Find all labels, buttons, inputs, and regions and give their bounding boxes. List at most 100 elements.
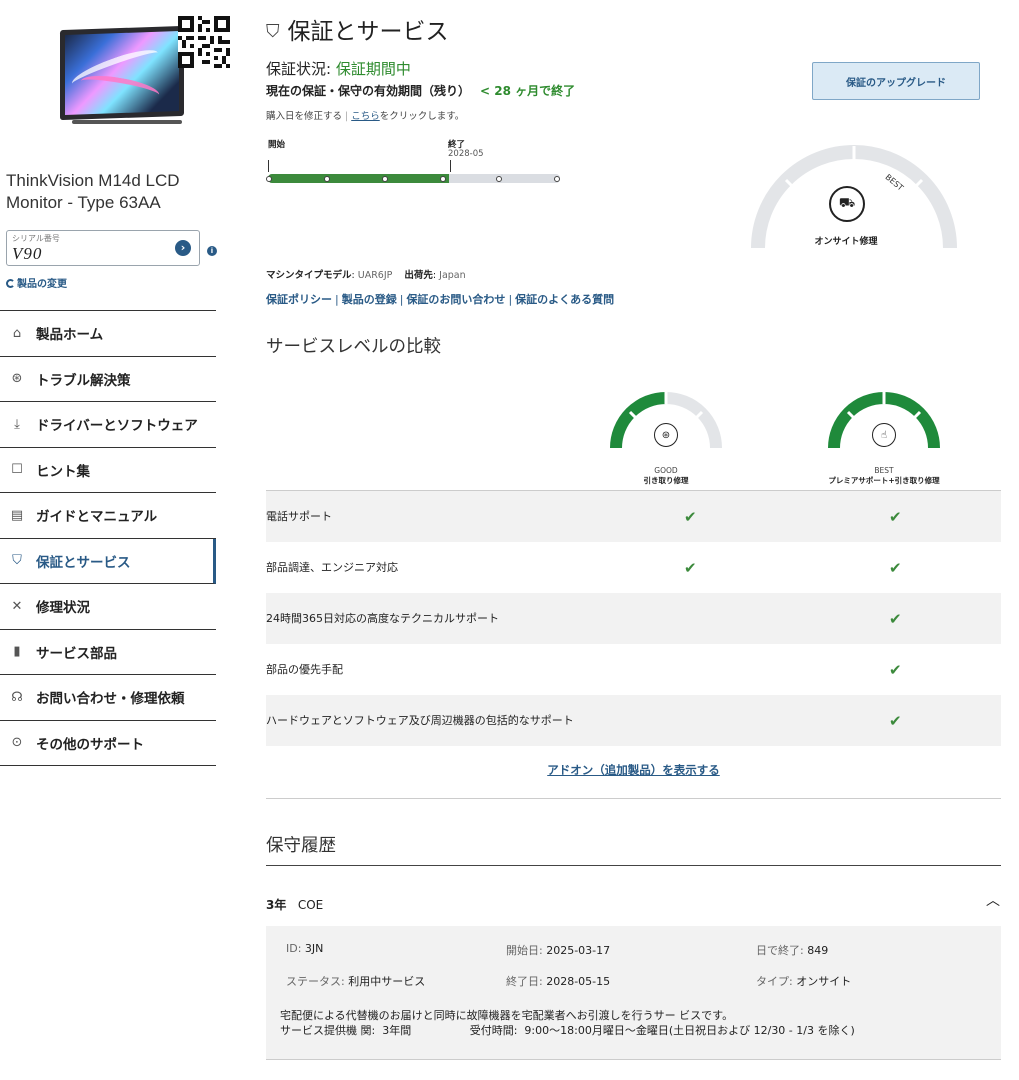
sidebar-item-2[interactable]: ⤓ ドライバーとソフトウェア bbox=[0, 402, 216, 448]
timeline-bar bbox=[266, 174, 560, 183]
sidebar-item-label: その他のサポート bbox=[36, 736, 144, 753]
machine-model: UAR6JP bbox=[357, 270, 393, 281]
history-entry-header[interactable]: 3年 COE bbox=[266, 896, 1001, 913]
comparison-row: ハードウェアとソフトウェア及び周辺機器の包括的なサポート ✔ bbox=[266, 695, 1001, 746]
serial-value[interactable]: V90 bbox=[12, 244, 42, 264]
comparison-row: 24時間365日対応の高度なテクニカルサポート ✔ bbox=[266, 593, 1001, 644]
show-addons-link[interactable]: アドオン（追加製品）を表示する bbox=[266, 762, 1001, 778]
sidebar-item-3[interactable]: ☐ ヒント集 bbox=[0, 448, 216, 493]
sidebar-item-0[interactable]: ⌂ 製品ホーム bbox=[0, 311, 216, 357]
remaining-period: 現在の保証・保守の有効期間（残り） < 28 ヶ月で終了 bbox=[266, 84, 576, 98]
history-entry-details: ID: 3JN 開始日: 2025-03-17 日で終了: 849 ステータス:… bbox=[266, 926, 1001, 1060]
warranty-link[interactable]: 保証ポリシー bbox=[266, 293, 332, 306]
sidebar-item-7[interactable]: ▮ サービス部品 bbox=[0, 630, 216, 675]
check-icon: ✔ bbox=[889, 660, 902, 679]
history-type-code: COE bbox=[297, 898, 324, 912]
chevron-up-icon[interactable]: ︿ bbox=[986, 890, 1000, 910]
gauge-service-label: オンサイト修理 bbox=[814, 237, 878, 247]
modify-purchase-date: 購入日を修正する | こちらをクリックします。 bbox=[266, 111, 465, 122]
warranty-link[interactable]: 保証のお問い合わせ bbox=[406, 293, 505, 306]
best-tier-label: BEST bbox=[874, 466, 894, 475]
serial-submit-icon[interactable]: › bbox=[175, 240, 191, 256]
info-icon[interactable]: i bbox=[207, 246, 217, 256]
pickup-icon: ⊛ bbox=[654, 423, 678, 447]
ship-to: Japan bbox=[439, 270, 466, 281]
sidebar-item-label: ヒント集 bbox=[36, 463, 90, 480]
sidebar-item-5[interactable]: ⛉ 保証とサービス bbox=[0, 538, 216, 584]
serial-label: シリアル番号 bbox=[12, 234, 60, 243]
feature-label: 電話サポート bbox=[266, 510, 332, 523]
qr-code bbox=[178, 16, 230, 68]
tools-icon: ✕ bbox=[11, 598, 23, 614]
book-icon: ☐ bbox=[11, 462, 23, 478]
comparison-row: 電話サポート ✔ ✔ bbox=[266, 491, 1001, 542]
good-column-header: ⊛ GOOD 引き取り修理 bbox=[576, 390, 756, 486]
share-icon: ⊛ bbox=[11, 371, 23, 387]
check-icon: ✔ bbox=[889, 507, 902, 526]
warranty-link[interactable]: 保証のよくある質問 bbox=[515, 293, 614, 306]
comparison-header: ⊛ GOOD 引き取り修理 ☝ BEST プレミアサポート+引き取り修理 bbox=[610, 390, 1006, 490]
history-description: 宅配便による代替機のお届けと同時に故障機器を宅配業者へお引渡しを行うサー ビスで… bbox=[280, 1009, 855, 1037]
sidebar-item-6[interactable]: ✕ 修理状況 bbox=[0, 584, 216, 630]
download-icon: ⤓ bbox=[14, 416, 20, 432]
check-icon: ✔ bbox=[684, 558, 697, 577]
sidebar-item-8[interactable]: ☊ お問い合わせ・修理依頼 bbox=[0, 675, 216, 721]
premier-icon: ☝ bbox=[872, 423, 896, 447]
upgrade-warranty-button[interactable]: 保証のアップグレード bbox=[812, 62, 980, 100]
history-type: タイプ: オンサイト bbox=[756, 975, 852, 988]
divider bbox=[266, 865, 1001, 866]
change-product-link[interactable]: 製品の変更 bbox=[6, 275, 67, 290]
main-content: ⛉ 保証とサービス 保証状況: 保証期間中 現在の保証・保守の有効期間（残り） < … bbox=[266, 0, 1006, 1080]
sidebar-item-9[interactable]: ⊙ その他のサポート bbox=[0, 721, 216, 766]
best-service-name: プレミアサポート+引き取り修理 bbox=[828, 476, 940, 485]
warranty-status-value: 保証期間中 bbox=[335, 60, 411, 78]
check-icon: ✔ bbox=[684, 507, 697, 526]
modify-here-link[interactable]: こちら bbox=[351, 111, 380, 122]
more-icon: ⊙ bbox=[11, 735, 23, 751]
history-term: 3年 bbox=[266, 898, 287, 912]
link-separator: | bbox=[399, 293, 404, 306]
feature-label: 部品調達、エンジニア対応 bbox=[266, 561, 398, 574]
timeline-end-date: 2028-05 bbox=[448, 149, 484, 159]
history-days-left: 日で終了: 849 bbox=[756, 944, 829, 957]
sidebar-item-1[interactable]: ⊛ トラブル解決策 bbox=[0, 357, 216, 402]
link-separator: | bbox=[335, 293, 339, 306]
history-status: ステータス: 利用中サービス bbox=[286, 975, 426, 988]
feature-label: ハードウェアとソフトウェア及び周辺機器の包括的なサポート bbox=[266, 714, 574, 727]
warranty-timeline: 開始 終了 2028-05 bbox=[266, 136, 576, 196]
manual-icon: ▤ bbox=[10, 507, 24, 523]
feature-label: 部品の優先手配 bbox=[266, 663, 343, 676]
warranty-link[interactable]: 製品の登録 bbox=[342, 293, 397, 306]
shield-icon: ⛉ bbox=[12, 553, 22, 569]
shield-icon: ⛉ bbox=[266, 21, 280, 42]
history-id: ID: 3JN bbox=[286, 942, 324, 955]
sidebar-item-label: ガイドとマニュアル bbox=[36, 509, 158, 526]
sidebar-item-label: 製品ホーム bbox=[36, 327, 104, 344]
check-icon: ✔ bbox=[889, 558, 902, 577]
warranty-links: 保証ポリシー | 製品の登録 | 保証のお問い合わせ | 保証のよくある質問 bbox=[266, 291, 614, 307]
good-service-name: 引き取り修理 bbox=[643, 476, 689, 485]
good-tier-label: GOOD bbox=[654, 466, 678, 475]
sidebar-item-label: 修理状況 bbox=[36, 600, 90, 617]
comparison-row: 部品の優先手配 ✔ bbox=[266, 644, 1001, 695]
history-start-date: 開始日: 2025-03-17 bbox=[506, 944, 611, 957]
serial-number-field[interactable]: シリアル番号 V90 › bbox=[6, 230, 200, 266]
sidebar-item-label: 保証とサービス bbox=[36, 554, 131, 571]
timeline-elapsed bbox=[268, 174, 450, 183]
page-title: ⛉ 保証とサービス bbox=[266, 19, 449, 45]
sidebar-item-label: ドライバーとソフトウェア bbox=[36, 418, 198, 435]
product-image bbox=[52, 20, 187, 130]
current-service-gauge: BEST ⛟ オンサイト修理 bbox=[746, 140, 961, 252]
warranty-status: 保証状況: 保証期間中 bbox=[266, 60, 411, 78]
headset-icon: ☊ bbox=[11, 689, 23, 705]
feature-label: 24時間365日対応の高度なテクニカルサポート bbox=[266, 612, 499, 625]
comparison-row: 部品調達、エンジニア対応 ✔ ✔ bbox=[266, 542, 1001, 593]
best-column-header: ☝ BEST プレミアサポート+引き取り修理 bbox=[784, 390, 984, 486]
sidebar-item-label: トラブル解決策 bbox=[36, 372, 131, 389]
machine-info: マシンタイプモデル: UAR6JP 出荷先: Japan bbox=[266, 270, 466, 281]
sidebar-item-4[interactable]: ▤ ガイドとマニュアル bbox=[0, 493, 216, 539]
history-end-date: 終了日: 2028-05-15 bbox=[506, 975, 611, 988]
check-icon: ✔ bbox=[889, 609, 902, 628]
onsite-truck-icon: ⛟ bbox=[829, 186, 865, 222]
side-nav: ⌂ 製品ホーム ⊛ トラブル解決策 ⤓ ドライバーとソフトウェア ☐ ヒント集 ▤ ガイドとマニュ… bbox=[0, 310, 216, 766]
